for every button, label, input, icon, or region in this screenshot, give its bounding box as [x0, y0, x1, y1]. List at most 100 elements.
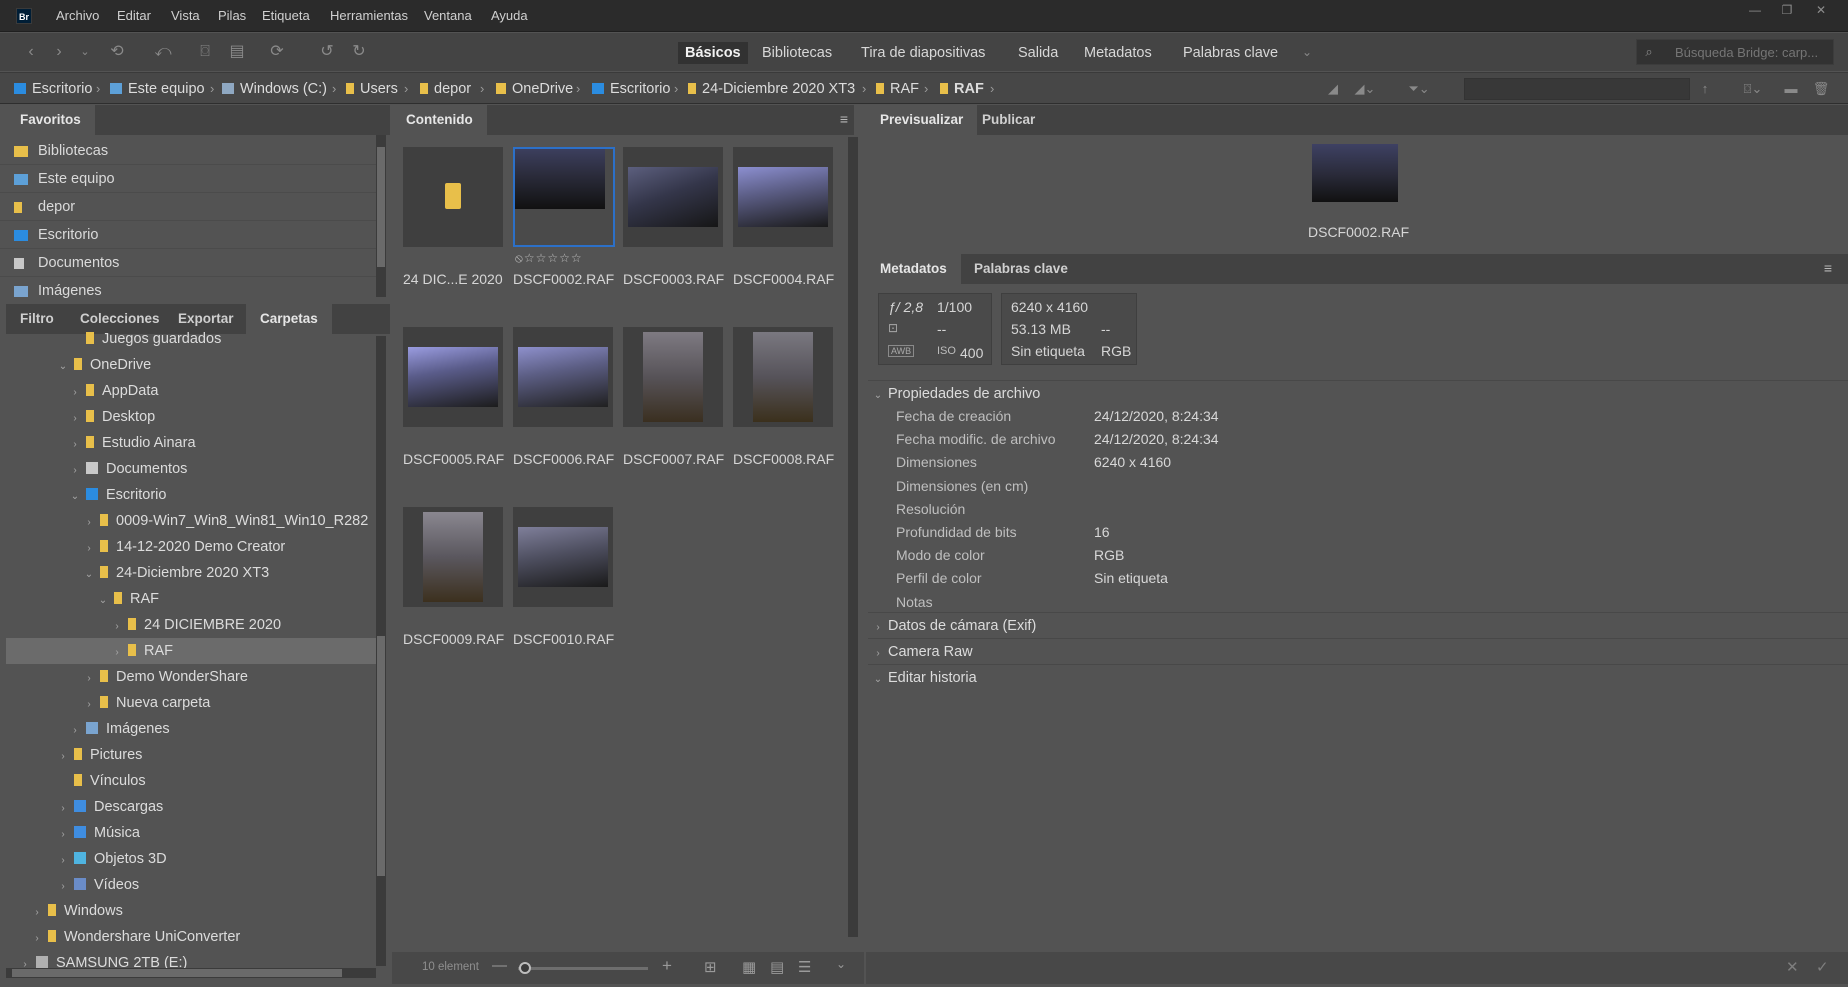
- list-view-icon[interactable]: ☰: [798, 958, 811, 976]
- folder-tree-item[interactable]: › Windows: [30, 898, 123, 924]
- folder-tree-item[interactable]: › 0009-Win7_Win8_Win81_Win10_R282: [82, 508, 368, 534]
- section-camera-raw[interactable]: › Camera Raw: [868, 638, 1848, 664]
- folder-tree-item[interactable]: ⌄ Escritorio: [68, 482, 167, 510]
- camera-icon[interactable]: ⌼: [194, 41, 216, 63]
- chevron-right-icon[interactable]: ›: [82, 692, 96, 718]
- tab-carpetas[interactable]: Carpetas: [246, 304, 332, 334]
- folder-tree-item[interactable]: › 24 DICIEMBRE 2020: [110, 612, 281, 638]
- chevron-right-icon[interactable]: ›: [82, 510, 96, 536]
- zoom-out-icon[interactable]: —: [492, 957, 507, 974]
- menu-vista[interactable]: Vista: [171, 8, 200, 23]
- minimize-icon[interactable]: —: [1744, 3, 1766, 17]
- thumbnail[interactable]: [513, 507, 613, 607]
- menu-ayuda[interactable]: Ayuda: [491, 8, 528, 23]
- cancel-icon[interactable]: ✕: [1786, 958, 1799, 976]
- folder-tree-item[interactable]: ⌄ 24-Diciembre 2020 XT3: [82, 560, 269, 586]
- details-view-icon[interactable]: ▤: [770, 958, 784, 976]
- folder-tree-item[interactable]: › Desktop: [68, 404, 155, 430]
- folder-tree-item[interactable]: › Demo WonderShare: [82, 664, 248, 690]
- folder-tree-item[interactable]: Vínculos: [56, 768, 146, 794]
- search-input[interactable]: [1636, 39, 1834, 65]
- favorite-bibliotecas[interactable]: Bibliotecas: [0, 137, 376, 165]
- chevron-right-icon[interactable]: ›: [30, 900, 44, 926]
- section-datos-camara[interactable]: › Datos de cámara (Exif): [868, 612, 1848, 638]
- back-icon[interactable]: ‹: [20, 41, 42, 63]
- thumbnail[interactable]: [733, 147, 833, 247]
- chevron-right-icon[interactable]: ›: [56, 848, 70, 874]
- favorite-documentos[interactable]: Documentos: [0, 249, 376, 277]
- thumbnail[interactable]: [513, 327, 613, 427]
- favorite-depor[interactable]: depor: [0, 193, 376, 221]
- workspace-basicos[interactable]: Básicos: [678, 42, 748, 64]
- folder-tree-item[interactable]: › Pictures: [56, 742, 142, 768]
- folder-tree-item[interactable]: ⌄ RAF: [96, 586, 159, 612]
- folder-tree-item[interactable]: ⌄ OneDrive: [56, 352, 151, 378]
- thumbnail[interactable]: [623, 147, 723, 247]
- section-propiedades-archivo[interactable]: ⌄ Propiedades de archivo: [868, 380, 1848, 406]
- boomerang-icon[interactable]: ⤺: [152, 41, 174, 63]
- workspace-palabras-clave[interactable]: Palabras clave: [1183, 42, 1278, 64]
- chevron-down-icon[interactable]: ⌄: [82, 562, 96, 588]
- sort-ascending-icon[interactable]: ↑: [1694, 78, 1716, 100]
- tab-previsualizar[interactable]: Previsualizar: [866, 105, 978, 135]
- chevron-right-icon[interactable]: ›: [110, 614, 124, 640]
- crumb-raf-current[interactable]: RAF: [940, 81, 984, 97]
- filter-icon[interactable]: ⏷⌄: [1408, 78, 1430, 100]
- tab-favoritos[interactable]: Favoritos: [6, 105, 95, 135]
- menu-ventana[interactable]: Ventana: [424, 8, 472, 23]
- chevron-right-icon[interactable]: ›: [56, 874, 70, 900]
- chevron-right-icon[interactable]: ›: [68, 432, 82, 458]
- folder-tree-item[interactable]: › AppData: [68, 378, 158, 404]
- panel-menu-icon[interactable]: ≡: [1824, 260, 1832, 276]
- chevron-right-icon[interactable]: ›: [82, 536, 96, 562]
- chevron-down-icon[interactable]: ⌄: [56, 354, 70, 380]
- chevron-right-icon[interactable]: ›: [68, 406, 82, 432]
- zoom-in-icon[interactable]: +: [662, 956, 672, 976]
- search-icon[interactable]: ⌕: [1638, 41, 1660, 63]
- workspace-salida[interactable]: Salida: [1018, 42, 1058, 64]
- thumbnail-selected[interactable]: [513, 147, 615, 247]
- folders-scrollbar[interactable]: [376, 336, 386, 966]
- thumbnail-size-slider[interactable]: [518, 967, 648, 970]
- chevron-down-icon[interactable]: ⌄: [68, 484, 82, 510]
- crumb-24-diciembre[interactable]: 24-Diciembre 2020 XT3: [688, 81, 855, 97]
- folder-tree-item[interactable]: › Estudio Ainara: [68, 430, 195, 458]
- chevron-right-icon[interactable]: ›: [68, 718, 82, 744]
- favorite-escritorio[interactable]: Escritorio: [0, 221, 376, 249]
- crumb-raf[interactable]: RAF: [876, 81, 919, 97]
- tab-publicar[interactable]: Publicar: [968, 105, 1049, 135]
- favorites-scrollbar[interactable]: [376, 135, 386, 297]
- crumb-onedrive[interactable]: OneDrive: [496, 81, 573, 97]
- filter-field[interactable]: [1464, 78, 1690, 100]
- tab-metadatos[interactable]: Metadatos: [866, 254, 961, 284]
- chevron-right-icon[interactable]: ›: [82, 666, 96, 692]
- tab-palabras-clave[interactable]: Palabras clave: [960, 254, 1082, 284]
- chevron-right-icon[interactable]: ›: [30, 926, 44, 952]
- workspace-bibliotecas[interactable]: Bibliotecas: [762, 42, 832, 64]
- menu-pilas[interactable]: Pilas: [218, 8, 246, 23]
- chevron-right-icon[interactable]: ›: [68, 458, 82, 484]
- thumbnail-folder[interactable]: [403, 147, 503, 247]
- maximize-icon[interactable]: ❐: [1776, 3, 1798, 17]
- folder-tree-item[interactable]: › Objetos 3D: [56, 846, 166, 874]
- crumb-escritorio-2[interactable]: Escritorio: [592, 81, 670, 97]
- view-options-icon[interactable]: ⌄: [836, 957, 846, 971]
- history-dropdown-icon[interactable]: ⌄: [74, 41, 96, 63]
- chevron-down-icon[interactable]: ⌄: [96, 588, 110, 614]
- workspace-more-icon[interactable]: ⌄: [1296, 41, 1318, 63]
- sort-rating-icon[interactable]: ◢⌄: [1354, 78, 1376, 100]
- new-camera-icon[interactable]: ⌼⌄: [1742, 78, 1764, 100]
- rotate-left-icon[interactable]: ↺: [316, 41, 338, 63]
- preview-image[interactable]: [1312, 144, 1398, 202]
- folder-tree-item[interactable]: › Documentos: [68, 456, 187, 482]
- menu-etiqueta[interactable]: Etiqueta: [262, 8, 310, 23]
- folder-tree-item[interactable]: › RAF: [110, 638, 173, 664]
- folders-hscrollbar[interactable]: [6, 968, 376, 978]
- grid-lock-icon[interactable]: ⊞: [704, 958, 717, 976]
- favorite-este-equipo[interactable]: Este equipo: [0, 165, 376, 193]
- menu-herramientas[interactable]: Herramientas: [330, 8, 408, 23]
- folder-tree-item[interactable]: › Wondershare UniConverter: [30, 924, 240, 950]
- folder-tree-item[interactable]: › Imágenes: [68, 716, 169, 744]
- refine-icon[interactable]: ▤: [226, 41, 248, 63]
- folder-tree-item[interactable]: Juegos guardados: [68, 326, 221, 352]
